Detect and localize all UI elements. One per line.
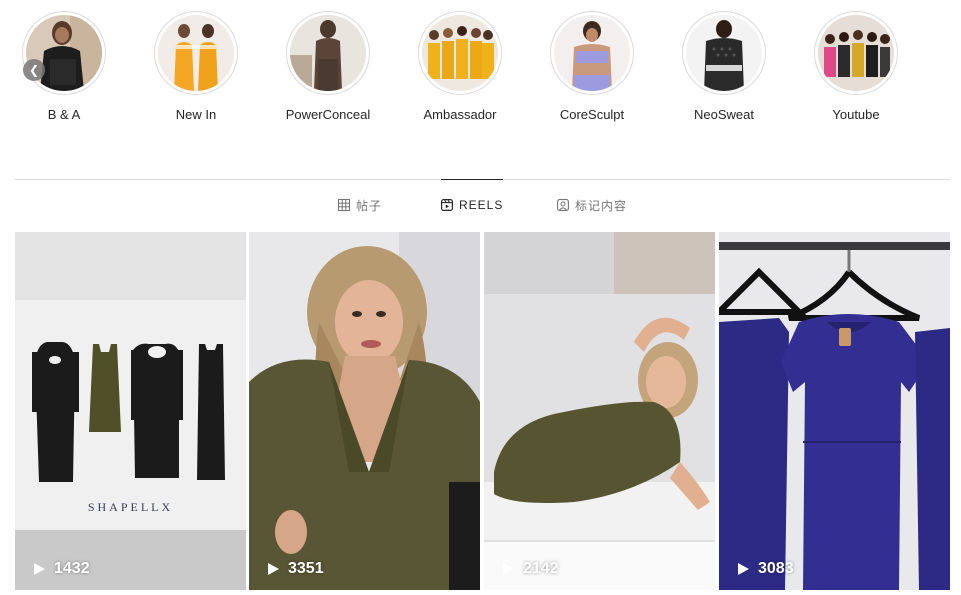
highlight-new-in[interactable]: New In bbox=[146, 11, 246, 122]
play-icon bbox=[34, 563, 45, 575]
reel-thumbnail-image bbox=[249, 232, 480, 590]
highlight-ring bbox=[286, 11, 370, 95]
highlight-label: B & A bbox=[47, 107, 81, 122]
view-count-value: 2142 bbox=[523, 560, 559, 577]
grid-icon bbox=[338, 199, 350, 211]
highlight-coresculpt-image bbox=[554, 15, 630, 91]
highlight-label: New In bbox=[175, 107, 217, 122]
highlight-label: NeoSweat bbox=[694, 107, 754, 122]
highlight-powerconceal-image bbox=[290, 15, 366, 91]
highlight-powerconceal[interactable]: PowerConceal bbox=[278, 11, 378, 122]
view-count-value: 3351 bbox=[288, 560, 324, 577]
view-count-value: 1432 bbox=[54, 560, 90, 577]
view-count: 3083 bbox=[737, 560, 794, 578]
view-count: 1432 bbox=[33, 560, 90, 578]
highlight-coresculpt[interactable]: CoreSculpt bbox=[542, 11, 642, 122]
tab-posts[interactable]: 帖子 bbox=[338, 180, 382, 230]
reels-icon bbox=[441, 199, 453, 211]
reel-tile[interactable]: 2142 bbox=[484, 232, 715, 590]
highlight-neosweat[interactable]: NeoSweat bbox=[674, 11, 774, 122]
brand-watermark: SHAPELLX bbox=[87, 500, 174, 514]
tab-tagged[interactable]: 标记内容 bbox=[557, 180, 627, 230]
tagged-user-icon bbox=[557, 199, 569, 211]
reel-tile[interactable]: SHAPELLX 1432 bbox=[15, 232, 246, 590]
highlight-ring bbox=[418, 11, 502, 95]
highlight-ambassador-image bbox=[422, 15, 498, 91]
previous-arrow-icon[interactable]: ❮ bbox=[23, 59, 45, 81]
highlight-label: Youtube bbox=[832, 107, 880, 122]
tab-reels[interactable]: REELS bbox=[441, 179, 504, 230]
reel-thumbnail-image bbox=[15, 232, 246, 590]
highlight-ring bbox=[550, 11, 634, 95]
highlight-label: PowerConceal bbox=[285, 107, 371, 122]
tab-posts-label: 帖子 bbox=[356, 198, 383, 213]
play-icon bbox=[738, 563, 749, 575]
reel-thumbnail-image bbox=[719, 232, 950, 590]
reel-tile[interactable]: 3351 bbox=[249, 232, 480, 590]
highlight-ambassador[interactable]: Ambassador bbox=[410, 11, 510, 122]
tab-reels-label: REELS bbox=[459, 198, 504, 212]
view-count: 3351 bbox=[267, 560, 324, 578]
highlight-neosweat-image bbox=[686, 15, 762, 91]
view-count-value: 3083 bbox=[758, 560, 794, 577]
story-highlights: ❮ B & A New In PowerConceal Ambassador C… bbox=[0, 0, 961, 130]
highlight-label: CoreSculpt bbox=[559, 107, 625, 122]
tab-tagged-label: 标记内容 bbox=[575, 198, 628, 213]
highlight-ring bbox=[22, 11, 106, 95]
highlight-ring bbox=[154, 11, 238, 95]
highlight-ring bbox=[682, 11, 766, 95]
view-count: 2142 bbox=[502, 560, 559, 578]
highlight-ring bbox=[814, 11, 898, 95]
highlight-youtube[interactable]: Youtube bbox=[806, 11, 906, 122]
profile-tabs: 帖子 REELS 标记内容 bbox=[0, 179, 961, 230]
reel-thumbnail-image bbox=[484, 232, 715, 590]
play-icon bbox=[503, 563, 514, 575]
highlight-new-in-image bbox=[158, 15, 234, 91]
play-icon bbox=[268, 563, 279, 575]
highlight-youtube-image bbox=[818, 15, 894, 91]
highlight-label: Ambassador bbox=[423, 107, 497, 122]
reel-tile[interactable]: 3083 bbox=[719, 232, 950, 590]
